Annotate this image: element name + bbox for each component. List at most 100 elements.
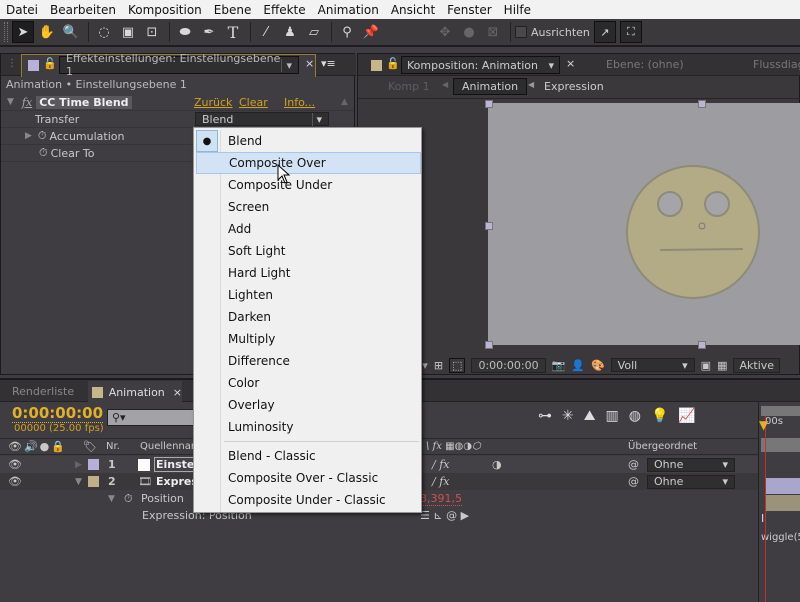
selection-tool-icon[interactable]: ➤ xyxy=(12,21,34,43)
clear-link[interactable]: Clear xyxy=(239,96,268,109)
close-icon[interactable]: × xyxy=(173,386,182,399)
graph-editor-icon[interactable]: 📈 xyxy=(678,408,695,424)
collapse-triangle-icon[interactable]: ▼ xyxy=(108,494,115,504)
ellipse-tool-icon[interactable]: ⬬ xyxy=(174,21,196,43)
transparency-grid-icon[interactable]: ▦ xyxy=(717,359,727,372)
stopwatch-icon[interactable]: ⏱ xyxy=(124,492,133,506)
comp-mini-flowchart-icon[interactable]: ⊶ xyxy=(538,408,552,424)
pan-behind-tool-icon[interactable]: ⊡ xyxy=(141,21,163,43)
menu-datei[interactable]: Datei xyxy=(0,3,44,17)
transfer-dropdown[interactable]: Blend ▾ xyxy=(195,112,329,126)
resolution-dropdown[interactable]: Voll ▾ xyxy=(610,358,695,372)
chevron-down-icon[interactable]: ▾ xyxy=(548,59,554,72)
panel-grip-icon[interactable]: ⋮ xyxy=(7,58,17,69)
layer-bar-1[interactable] xyxy=(765,478,800,494)
clone-stamp-tool-icon[interactable]: ♟ xyxy=(279,21,301,43)
lock-icon[interactable]: 🔓 xyxy=(386,57,400,70)
puppet-pin-tool-icon[interactable]: 📌 xyxy=(360,21,382,43)
transform-handle[interactable] xyxy=(485,341,493,349)
menu-item[interactable]: Composite Over - Classic xyxy=(196,467,421,489)
close-icon[interactable]: × xyxy=(305,57,314,70)
playhead-line[interactable] xyxy=(765,416,766,602)
toolbar-grip[interactable] xyxy=(4,22,8,42)
position-value[interactable]: 3,391,5 xyxy=(420,492,462,506)
align-checkbox[interactable] xyxy=(515,26,527,38)
effects-panel-tab[interactable]: Effekteinstellungen: Einstellungsebene 1… xyxy=(59,52,299,78)
zoom-tool-icon[interactable]: 🔍 xyxy=(60,21,82,43)
transform-handle[interactable] xyxy=(698,100,706,108)
expand-triangle-icon[interactable]: ▶ xyxy=(75,460,82,470)
expand-triangle-icon[interactable]: ▶ xyxy=(25,131,32,141)
title-action-safe-icon[interactable]: ⊞ xyxy=(434,359,443,372)
tab-flowchart[interactable]: Flussdiag xyxy=(753,58,800,71)
transform-handle[interactable] xyxy=(485,222,493,230)
motion-blur-icon[interactable]: ◍ xyxy=(629,408,641,424)
active-camera-dropdown[interactable]: Aktive xyxy=(733,357,781,373)
time-navigator[interactable] xyxy=(761,438,800,452)
fx-toggle-icon[interactable]: fx xyxy=(22,96,32,109)
menu-item[interactable]: Composite Under - Classic xyxy=(196,489,421,511)
chevron-down-icon[interactable]: ▾ xyxy=(281,58,292,72)
panel-menu-icon[interactable]: ▾≡ xyxy=(321,57,336,70)
snapshot-icon[interactable]: 📷 xyxy=(552,359,566,372)
brush-tool-icon[interactable]: ⁄ xyxy=(255,21,277,43)
brainstorm-icon[interactable]: 💡 xyxy=(651,408,668,424)
draft-3d-icon[interactable]: ✳ xyxy=(562,408,574,424)
scroll-up-icon[interactable]: ▲ xyxy=(341,97,348,107)
pen-tool-icon[interactable]: ✒ xyxy=(198,21,220,43)
pickwhip-icon[interactable]: @ xyxy=(628,458,639,471)
menu-item[interactable]: Luminosity xyxy=(196,416,421,438)
expression-controls-icon[interactable]: ☰ ⊾ @ ▶ xyxy=(420,509,469,522)
menu-item[interactable]: Blend xyxy=(196,130,421,152)
label-color-swatch[interactable] xyxy=(88,459,99,470)
menu-item[interactable]: Add xyxy=(196,218,421,240)
menu-item[interactable]: Darken xyxy=(196,306,421,328)
stopwatch-icon[interactable]: ⏱ xyxy=(38,129,47,143)
nav-animation[interactable]: Animation xyxy=(453,78,528,95)
label-color-swatch[interactable] xyxy=(88,476,99,487)
transform-handle[interactable] xyxy=(698,341,706,349)
menu-item[interactable]: Composite Under xyxy=(196,174,421,196)
region-of-interest-icon[interactable]: ⬚ xyxy=(449,357,466,373)
menu-item[interactable]: Hard Light xyxy=(196,262,421,284)
effect-name[interactable]: CC Time Blend xyxy=(36,95,132,109)
tab-animation[interactable]: Animation × xyxy=(88,381,182,403)
fast-preview-icon[interactable]: ▣ xyxy=(701,359,711,372)
fit-frame-icon[interactable]: ⛶ xyxy=(619,21,642,43)
camera-tool-icon[interactable]: ▣ xyxy=(117,21,139,43)
menu-item[interactable]: Lighten xyxy=(196,284,421,306)
tab-renderliste[interactable]: Renderliste xyxy=(12,385,74,398)
menu-effekte[interactable]: Effekte xyxy=(257,3,311,17)
frame-blending-icon[interactable]: ▥ xyxy=(606,408,619,424)
composition-viewer[interactable] xyxy=(488,103,800,345)
nav-komp1[interactable]: Komp 1 xyxy=(388,80,430,93)
menu-animation[interactable]: Animation xyxy=(312,3,385,17)
menu-item[interactable]: Screen xyxy=(196,196,421,218)
menu-item[interactable]: Soft Light xyxy=(196,240,421,262)
playhead-icon[interactable]: ▼ xyxy=(759,418,768,432)
menu-fenster[interactable]: Fenster xyxy=(441,3,498,17)
effect-switch-icon[interactable]: / fx xyxy=(432,475,449,488)
channel-icon[interactable]: 🎨 xyxy=(591,359,605,372)
adjustment-switch-icon[interactable]: ◑ xyxy=(492,458,502,471)
roto-brush-tool-icon[interactable]: ⚲ xyxy=(336,21,358,43)
menu-ebene[interactable]: Ebene xyxy=(208,3,258,17)
transform-handle[interactable] xyxy=(485,100,493,108)
expression-text[interactable]: wiggle(5 xyxy=(761,532,800,543)
reset-link[interactable]: Zurück xyxy=(194,96,232,109)
close-icon[interactable]: × xyxy=(566,57,575,70)
work-area-bar[interactable] xyxy=(761,406,800,416)
parent-dropdown[interactable]: Ohne ▾ xyxy=(647,457,735,472)
collapse-triangle-icon[interactable]: ▼ xyxy=(7,97,14,107)
parent-dropdown[interactable]: Ohne ▾ xyxy=(647,474,735,489)
tab-layer[interactable]: Ebene: (ohne) xyxy=(606,58,684,71)
menu-item[interactable]: Difference xyxy=(196,350,421,372)
menu-item[interactable]: Blend - Classic xyxy=(196,445,421,467)
eye-icon[interactable]: 👁 xyxy=(8,458,22,471)
menu-item[interactable]: Multiply xyxy=(196,328,421,350)
hand-tool-icon[interactable]: ✋ xyxy=(36,21,58,43)
collapse-triangle-icon[interactable]: ▼ xyxy=(75,477,82,487)
text-tool-icon[interactable]: T xyxy=(222,21,244,43)
eye-icon[interactable]: 👁 xyxy=(8,475,22,488)
time-ruler[interactable]: 00s I wiggle(5 ▼ xyxy=(758,402,800,602)
